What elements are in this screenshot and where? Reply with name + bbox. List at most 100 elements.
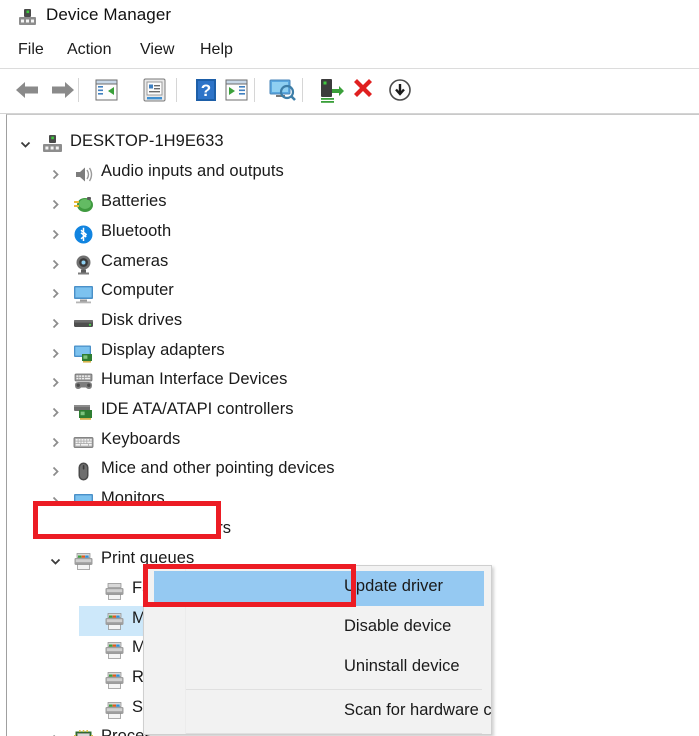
battery-icon [73, 194, 94, 215]
printer-color-icon [73, 551, 94, 572]
back-arrow-icon[interactable] [12, 75, 44, 105]
context-menu-separator [186, 733, 482, 734]
chevron-right-icon[interactable] [47, 189, 63, 219]
chevron-right-icon[interactable] [47, 367, 63, 397]
title-bar: Device Manager [0, 0, 699, 33]
window-title: Device Manager [46, 5, 171, 25]
tree-label: Monitors [101, 489, 165, 508]
tree-row-network-adapters[interactable]: Network adapters [7, 516, 699, 546]
tree-label: Human Interface Devices [101, 370, 287, 389]
printer-color-icon [104, 611, 125, 632]
tree-row-bluetooth[interactable]: Bluetooth [7, 219, 699, 249]
help-icon[interactable]: ? [190, 75, 222, 105]
tree-row-mice-and-other-pointing-devices[interactable]: Mice and other pointing devices [7, 456, 699, 486]
tree-label: Mice and other pointing devices [101, 459, 335, 478]
tree-row-monitors[interactable]: Monitors [7, 486, 699, 516]
tree-row-audio-inputs-and-outputs[interactable]: Audio inputs and outputs [7, 159, 699, 189]
chevron-right-icon[interactable] [47, 159, 63, 189]
tree-row-computer[interactable]: Computer [7, 278, 699, 308]
toolbar-separator [78, 78, 79, 102]
chevron-right-icon[interactable] [47, 249, 63, 279]
context-menu-label: Disable device [344, 617, 451, 636]
disk-drive-icon [73, 313, 94, 334]
bluetooth-icon [73, 224, 94, 245]
tree-row-ide-ata-atapi-controllers[interactable]: IDE ATA/ATAPI controllers [7, 397, 699, 427]
chevron-right-icon[interactable] [47, 724, 63, 736]
properties-icon[interactable] [138, 75, 170, 105]
context-menu-label: Scan for hardware changes [344, 701, 492, 720]
toolbar-separator [302, 78, 303, 102]
hid-icon [73, 372, 94, 393]
context-menu-item-update-driver[interactable]: Update driver [145, 568, 492, 608]
tree-label: Computer [101, 281, 174, 300]
tree-label: IDE ATA/ATAPI controllers [101, 400, 294, 419]
show-hide-console-tree-icon[interactable] [90, 75, 122, 105]
tree-label: Network adapters [101, 519, 231, 538]
chevron-right-icon[interactable] [47, 486, 63, 516]
toolbar-separator [254, 78, 255, 102]
tree-row-human-interface-devices[interactable]: Human Interface Devices [7, 367, 699, 397]
chevron-right-icon[interactable] [47, 427, 63, 457]
chevron-down-icon[interactable] [17, 129, 33, 159]
mouse-icon [73, 461, 94, 482]
tree-label: Bluetooth [101, 222, 171, 241]
tree-row-batteries[interactable]: Batteries [7, 189, 699, 219]
disable-device-icon[interactable] [384, 75, 416, 105]
show-hide-action-pane-icon[interactable] [220, 75, 252, 105]
ide-controller-icon [73, 402, 94, 423]
tree-row-cameras[interactable]: Cameras [7, 249, 699, 279]
monitor-icon [73, 283, 94, 304]
tree-row-display-adapters[interactable]: Display adapters [7, 338, 699, 368]
tree-label: Audio inputs and outputs [101, 162, 284, 181]
menu-view[interactable]: View [133, 39, 181, 61]
tree-row-disk-drives[interactable]: Disk drives [7, 308, 699, 338]
tree-label: DESKTOP-1H9E633 [70, 132, 224, 151]
device-manager-icon [18, 8, 37, 27]
chevron-right-icon[interactable] [47, 338, 63, 368]
chevron-right-icon[interactable] [47, 516, 63, 546]
chevron-right-icon[interactable] [47, 397, 63, 427]
network-adapter-icon [73, 521, 94, 542]
printer-color-icon [104, 700, 125, 721]
tree-label: Display adapters [101, 341, 225, 360]
toolbar: ? [0, 68, 699, 114]
device-manager-window: Device Manager File Action View Help [0, 0, 699, 735]
keyboard-icon [73, 432, 94, 453]
tree-label: Batteries [101, 192, 167, 211]
printer-gray-icon [104, 581, 125, 602]
chevron-right-icon[interactable] [47, 278, 63, 308]
display-adapter-icon [73, 343, 94, 364]
uninstall-device-icon[interactable] [347, 75, 379, 105]
camera-icon [73, 254, 94, 275]
menu-help[interactable]: Help [193, 39, 240, 61]
menu-bar: File Action View Help [0, 33, 699, 68]
speaker-icon [73, 164, 94, 185]
tree-row-desktop[interactable]: DESKTOP-1H9E633 [7, 129, 699, 159]
tree-label: Disk drives [101, 311, 182, 330]
chevron-right-icon[interactable] [47, 456, 63, 486]
menu-action[interactable]: Action [60, 39, 118, 61]
computer-node-icon [42, 134, 63, 155]
printer-color-icon [104, 640, 125, 661]
monitor-icon [73, 491, 94, 512]
chevron-down-icon[interactable] [47, 546, 63, 576]
update-driver-icon[interactable] [314, 75, 346, 105]
scan-for-hardware-changes-icon[interactable] [266, 75, 298, 105]
chevron-right-icon[interactable] [47, 308, 63, 338]
context-menu-item-uninstall-device[interactable]: Uninstall device [145, 648, 492, 688]
context-menu[interactable]: Update driver Disable device Uninstall d… [143, 565, 492, 735]
chevron-right-icon[interactable] [47, 219, 63, 249]
context-menu-separator [186, 689, 482, 690]
forward-arrow-icon[interactable] [46, 75, 78, 105]
tree-row-keyboards[interactable]: Keyboards [7, 427, 699, 457]
printer-color-icon [104, 670, 125, 691]
context-menu-item-disable-device[interactable]: Disable device [145, 608, 492, 648]
tree-label: Keyboards [101, 430, 180, 449]
toolbar-separator [176, 78, 177, 102]
tree-label: Cameras [101, 252, 168, 271]
context-menu-label: Uninstall device [344, 657, 460, 676]
context-menu-label: Update driver [344, 577, 443, 596]
menu-file[interactable]: File [11, 39, 51, 61]
svg-text:?: ? [201, 81, 211, 100]
context-menu-item-scan-for-hardware-changes[interactable]: Scan for hardware changes [145, 692, 492, 732]
